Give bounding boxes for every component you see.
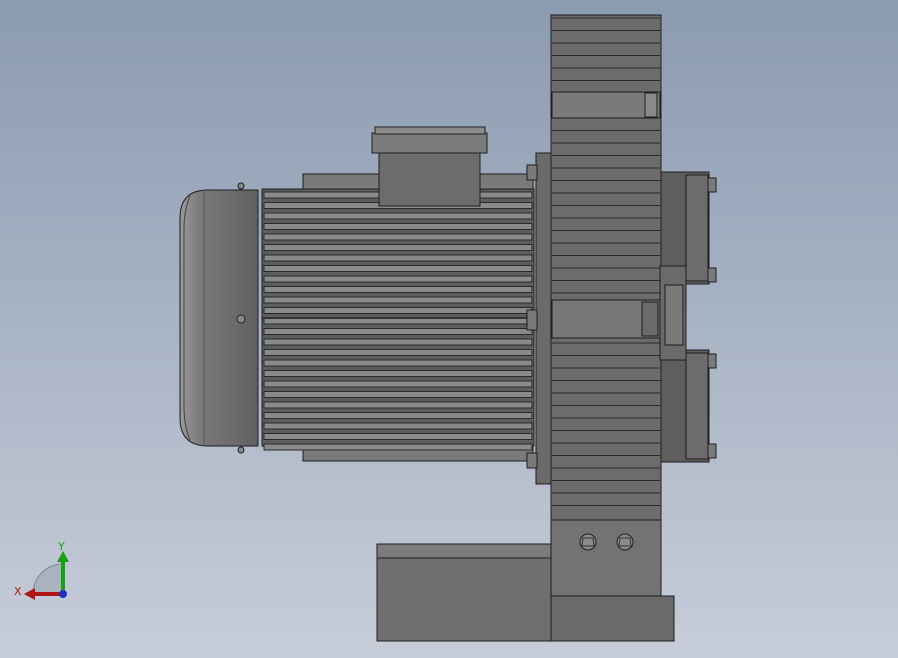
fin <box>263 212 533 220</box>
fin <box>263 443 533 451</box>
fin <box>263 244 533 251</box>
x-axis-label: X <box>14 585 22 598</box>
fin <box>263 412 533 419</box>
screw-icon <box>237 182 245 190</box>
fin <box>263 223 533 230</box>
fin <box>263 275 533 283</box>
fin <box>263 422 533 430</box>
fin <box>263 370 533 377</box>
motor-body <box>261 173 535 462</box>
fin <box>263 328 533 335</box>
fin <box>263 286 533 293</box>
graphics-viewport[interactable]: Y X <box>0 0 898 658</box>
inlet-port-lower <box>660 349 717 463</box>
fin <box>263 401 533 409</box>
y-axis-label: Y <box>57 540 65 553</box>
fin <box>263 391 533 398</box>
fin <box>263 359 533 367</box>
fin <box>263 296 533 304</box>
terminal-box <box>371 126 488 207</box>
fin <box>263 307 533 314</box>
fin <box>263 433 533 440</box>
fin <box>263 349 533 356</box>
fin <box>263 380 533 388</box>
port-connector <box>659 265 687 361</box>
screw-icon <box>236 314 246 324</box>
blower-model-view[interactable]: Y X <box>0 0 898 658</box>
fin <box>263 233 533 241</box>
fin <box>263 338 533 346</box>
screw-icon <box>237 446 245 454</box>
motor-end-cap <box>179 182 259 454</box>
blower-housing <box>550 14 662 521</box>
fin <box>263 254 533 262</box>
triad-origin <box>59 590 67 598</box>
fin <box>263 265 533 272</box>
